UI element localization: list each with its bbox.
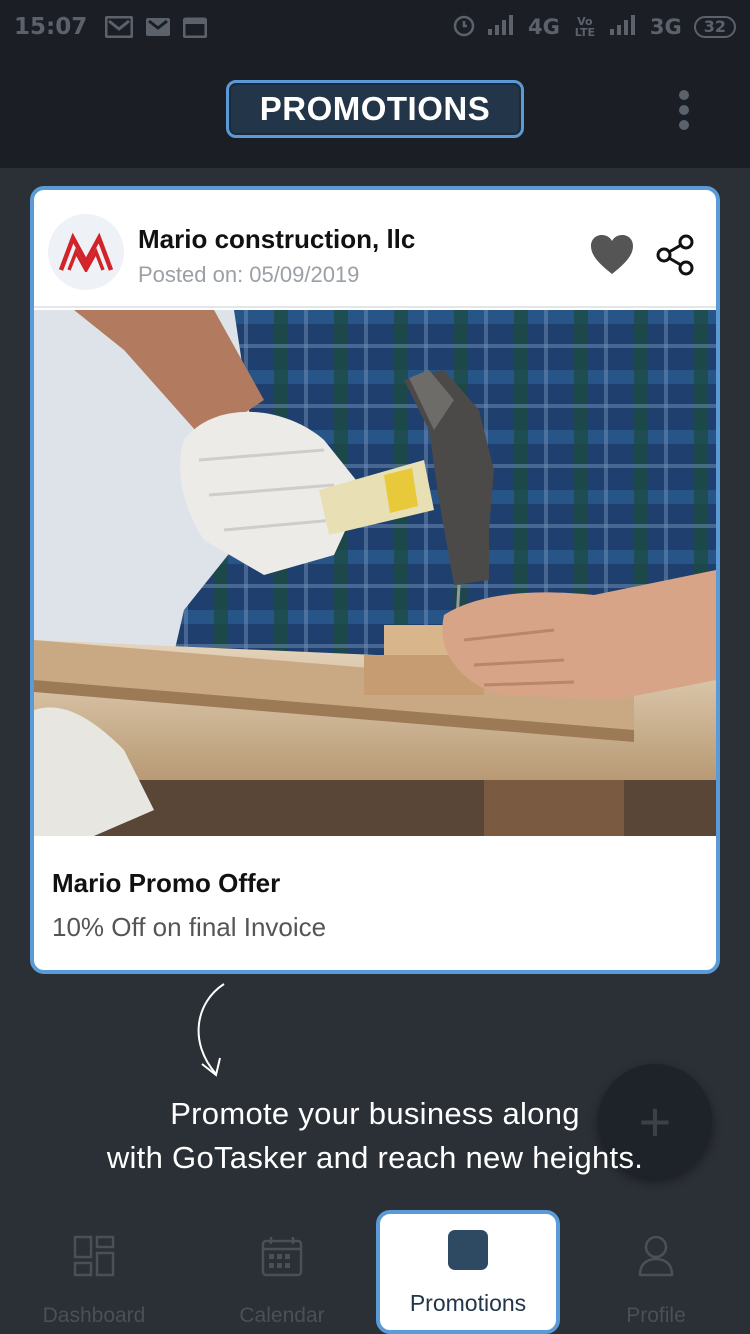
volte-badge: Vo LTE bbox=[574, 15, 595, 39]
hint-arrow-icon bbox=[186, 982, 234, 1087]
promo-subtitle: 10% Off on final Invoice bbox=[52, 912, 327, 942]
nav-calendar[interactable]: Calendar bbox=[192, 1230, 372, 1330]
nav-promotions-label: Promotions bbox=[409, 1290, 527, 1316]
posted-date: Posted on: 05/09/2019 bbox=[138, 262, 360, 287]
status-time: 15:07 bbox=[14, 14, 88, 40]
profile-icon bbox=[637, 1232, 675, 1280]
promo-title: Mario Promo Offer bbox=[52, 868, 281, 898]
company-logo bbox=[48, 214, 124, 290]
nav-dashboard[interactable]: Dashboard bbox=[4, 1230, 184, 1330]
calendar-icon bbox=[261, 1232, 303, 1280]
status-bar: 15:07 4G Vo LTE 3G 32 bbox=[0, 0, 750, 54]
onboarding-hint: Promote your business along with GoTaske… bbox=[0, 1092, 750, 1180]
card-header: Mario construction, llc Posted on: 05/09… bbox=[34, 190, 716, 308]
company-name: Mario construction, llc bbox=[138, 224, 416, 254]
gmail-icon bbox=[105, 16, 134, 38]
nav-dashboard-label: Dashboard bbox=[42, 1304, 146, 1327]
nav-profile[interactable]: Profile bbox=[566, 1230, 746, 1330]
promotion-image bbox=[34, 310, 716, 836]
promotion-card[interactable]: Mario construction, llc Posted on: 05/09… bbox=[30, 186, 720, 974]
network-4g: 4G bbox=[528, 15, 560, 39]
dashboard-icon bbox=[73, 1232, 115, 1280]
share-icon[interactable] bbox=[656, 234, 696, 281]
network-3g: 3G bbox=[649, 15, 682, 39]
signal-icon bbox=[488, 14, 516, 40]
calendar-notification-icon bbox=[183, 16, 208, 38]
heart-icon[interactable] bbox=[590, 234, 634, 281]
gmail-icon bbox=[145, 17, 171, 37]
more-options-icon[interactable] bbox=[678, 90, 690, 130]
promotions-icon bbox=[448, 1230, 488, 1270]
nav-calendar-label: Calendar bbox=[239, 1304, 325, 1327]
battery-indicator: 32 bbox=[693, 16, 736, 38]
nav-profile-label: Profile bbox=[626, 1304, 686, 1327]
hint-line-1: Promote your business along bbox=[170, 1096, 580, 1131]
page-title: PROMOTIONS bbox=[226, 80, 524, 138]
hint-line-2: with GoTasker and reach new heights. bbox=[106, 1140, 644, 1175]
bottom-navigation: Dashboard Calendar Profile bbox=[0, 1218, 750, 1334]
alarm-icon bbox=[452, 13, 476, 42]
app-header: PROMOTIONS bbox=[0, 54, 750, 168]
nav-promotions[interactable]: Promotions bbox=[376, 1210, 560, 1334]
signal-icon bbox=[609, 14, 638, 40]
